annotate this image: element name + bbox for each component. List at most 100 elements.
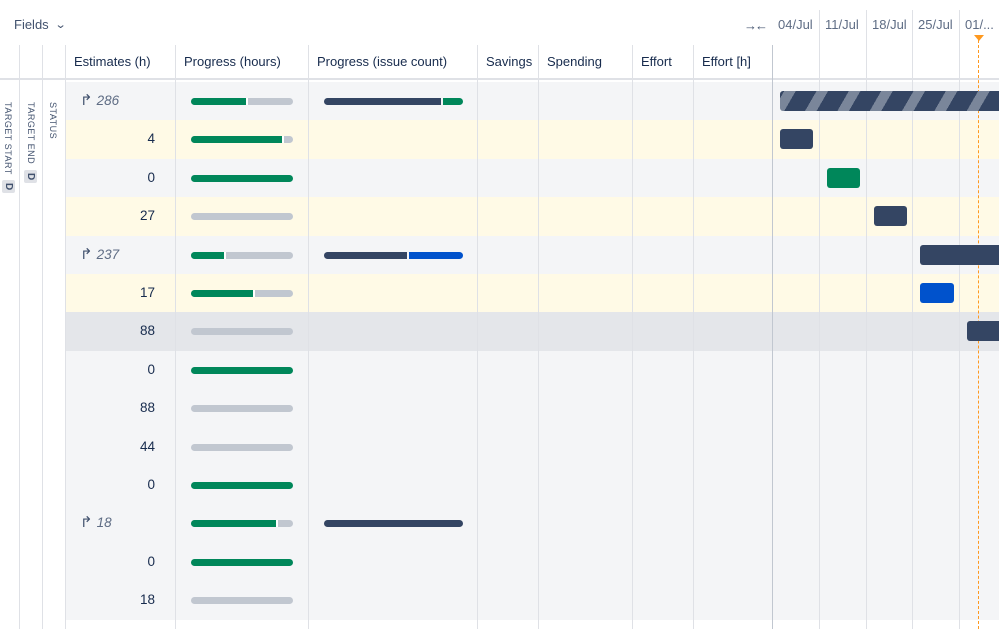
estimate-value: 18 bbox=[139, 592, 155, 608]
column-header-savings[interactable]: Savings bbox=[478, 45, 538, 78]
estimate-cell: 0 bbox=[66, 351, 175, 389]
gantt-bar[interactable] bbox=[780, 129, 813, 150]
table-header: Estimates (h) Progress (hours) Progress … bbox=[0, 45, 999, 80]
rollup-arrow-icon: ↱ bbox=[80, 92, 93, 109]
estimate-value: 0 bbox=[147, 169, 155, 185]
estimate-cell: 0 bbox=[66, 159, 175, 197]
estimate-cell: ↱ 237 bbox=[66, 236, 175, 274]
column-header-target-end[interactable]: TARGET END bbox=[26, 102, 36, 164]
estimate-value: 88 bbox=[139, 400, 155, 416]
issue-remaining-segment bbox=[409, 251, 463, 259]
estimate-value: 27 bbox=[139, 208, 155, 224]
progress-hours-bar bbox=[191, 290, 293, 297]
estimate-cell: 18 bbox=[66, 581, 175, 619]
progress-hours-bar bbox=[191, 251, 293, 259]
progress-fill bbox=[191, 136, 283, 144]
progress-hours-bar bbox=[191, 520, 293, 528]
estimate-value: 0 bbox=[147, 361, 155, 377]
progress-hours-bar bbox=[191, 174, 293, 182]
progress-hours-bar bbox=[191, 597, 293, 605]
column-header-effort[interactable]: Effort bbox=[633, 45, 693, 78]
column-header-status[interactable]: STATUS bbox=[48, 102, 58, 139]
rollup-arrow-icon: ↱ bbox=[80, 245, 93, 263]
column-divider bbox=[308, 45, 309, 629]
progress-issue-count-bar bbox=[324, 251, 463, 259]
progress-hours-bar bbox=[191, 98, 293, 105]
progress-separator bbox=[275, 520, 278, 528]
estimate-value: 88 bbox=[139, 323, 155, 339]
timeline-date-label: 01/... bbox=[965, 17, 994, 32]
column-header-target-start[interactable]: TARGET START bbox=[3, 102, 13, 175]
estimate-value: 0 bbox=[147, 553, 155, 569]
table-row[interactable]: 27 bbox=[66, 197, 999, 236]
column-divider bbox=[693, 45, 694, 629]
progress-issue-count-bar bbox=[324, 520, 463, 528]
column-header-progress-hours[interactable]: Progress (hours) bbox=[176, 45, 308, 78]
gantt-bar[interactable] bbox=[780, 91, 999, 111]
rollup-arrow-icon: ↱ bbox=[80, 514, 93, 532]
gantt-bar[interactable] bbox=[827, 167, 860, 188]
issue-done-segment bbox=[324, 98, 441, 105]
column-header-progress-issue-count[interactable]: Progress (issue count) bbox=[309, 45, 477, 78]
progress-issue-count-bar bbox=[324, 98, 463, 105]
collapse-arrows-icon[interactable]: →← bbox=[744, 18, 768, 33]
estimate-value: 17 bbox=[139, 285, 155, 300]
table-row[interactable]: 0 bbox=[66, 466, 999, 505]
today-marker-icon bbox=[974, 35, 984, 41]
estimate-cell: 27 bbox=[66, 197, 175, 235]
target-start-date-badge: D bbox=[2, 180, 15, 193]
column-divider bbox=[175, 45, 176, 629]
timeline-date-label: 11/Jul bbox=[825, 17, 859, 32]
progress-hours-bar bbox=[191, 136, 293, 144]
target-end-date-badge: D bbox=[24, 170, 37, 183]
table-row[interactable]: 88 bbox=[66, 389, 999, 428]
timeline-date-label: 25/Jul bbox=[918, 17, 953, 32]
timeline-divider[interactable] bbox=[772, 45, 773, 629]
progress-hours-bar bbox=[191, 328, 293, 336]
gantt-bar[interactable] bbox=[920, 244, 999, 265]
timeline-date-label: 18/Jul bbox=[872, 17, 907, 32]
estimate-value: 18 bbox=[96, 515, 112, 531]
column-divider bbox=[477, 45, 478, 629]
estimate-cell: 0 bbox=[66, 466, 175, 504]
progress-fill bbox=[191, 520, 277, 528]
column-divider bbox=[538, 45, 539, 629]
table-row[interactable]: 88 bbox=[66, 312, 999, 351]
progress-hours-bar bbox=[191, 482, 293, 489]
progress-separator bbox=[246, 98, 249, 105]
column-divider bbox=[65, 45, 66, 629]
table-row[interactable]: ↱ 18 bbox=[66, 504, 999, 543]
table-row[interactable]: 18 bbox=[66, 581, 999, 620]
issue-done-segment bbox=[324, 520, 463, 528]
gantt-bar[interactable] bbox=[874, 206, 907, 227]
estimate-cell: ↱ 286 bbox=[66, 82, 175, 120]
estimate-value: 237 bbox=[96, 246, 120, 262]
table-row[interactable]: 0 bbox=[66, 350, 999, 390]
column-divider bbox=[19, 45, 20, 629]
estimate-cell: 44 bbox=[66, 428, 175, 466]
fields-dropdown-button[interactable]: Fields ⌄ bbox=[14, 17, 66, 32]
table-row[interactable]: ↱ 237 bbox=[66, 235, 999, 274]
table-row[interactable]: 44 bbox=[66, 427, 999, 466]
gantt-bar[interactable] bbox=[920, 283, 954, 303]
estimate-cell: 0 bbox=[66, 543, 175, 581]
progress-hours-bar bbox=[191, 558, 293, 566]
progress-fill bbox=[191, 98, 248, 105]
progress-hours-bar bbox=[191, 443, 293, 451]
progress-fill bbox=[191, 290, 255, 297]
progress-hours-bar bbox=[191, 405, 293, 413]
gantt-bar[interactable] bbox=[967, 321, 999, 342]
table-row[interactable]: 17 bbox=[66, 274, 999, 313]
timeline-date-label: 04/Jul bbox=[778, 17, 813, 32]
column-header-spending[interactable]: Spending bbox=[539, 45, 632, 78]
estimate-cell: 88 bbox=[66, 312, 175, 350]
table-row[interactable]: 4 bbox=[66, 120, 999, 159]
issue-done-segment bbox=[324, 251, 408, 259]
issue-remaining-segment bbox=[442, 98, 463, 105]
column-header-effort-h[interactable]: Effort [h] bbox=[694, 45, 772, 78]
column-header-estimates[interactable]: Estimates (h) bbox=[66, 45, 175, 78]
progress-hours-bar bbox=[191, 213, 293, 221]
table-row[interactable]: 0 bbox=[66, 542, 999, 582]
column-divider bbox=[42, 45, 43, 629]
estimate-cell: ↱ 18 bbox=[66, 504, 175, 542]
